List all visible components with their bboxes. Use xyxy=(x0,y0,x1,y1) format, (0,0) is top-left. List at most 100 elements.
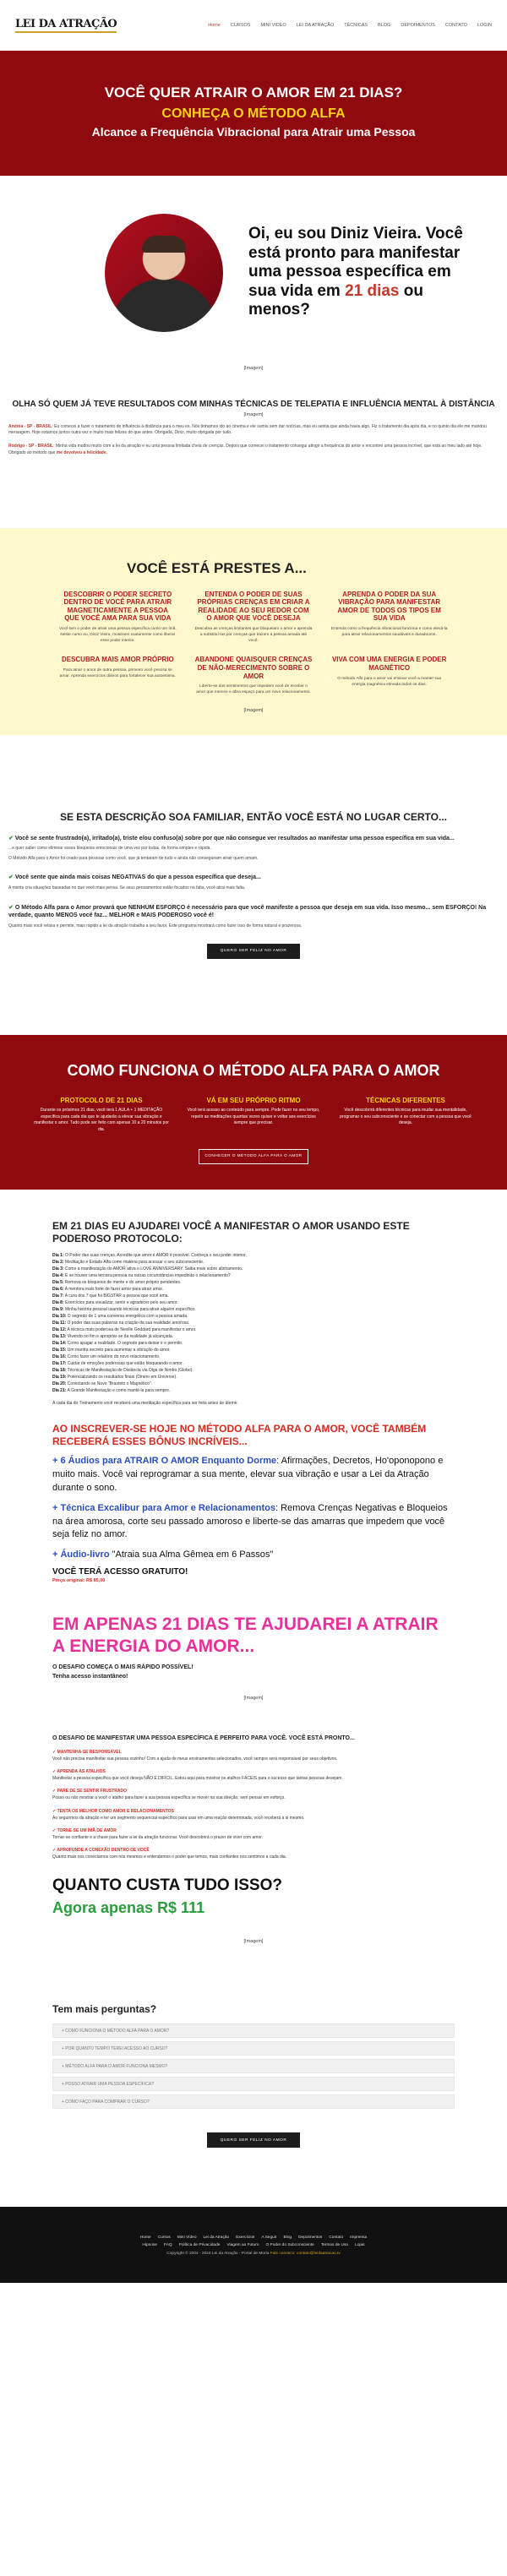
bonus-item: + Áudio-livro "Atraia sua Alma Gêmea em … xyxy=(52,1549,455,1562)
protocol-day: Dia 11: O poder das suas palavras na cri… xyxy=(52,1320,455,1326)
faq-question[interactable]: + POSSO ATRAIR UMA PESSOA ESPECÍFICA? xyxy=(52,2077,455,2091)
protocol-day-text: A mentora mais forte de fazer amor para … xyxy=(64,1286,164,1292)
protocol-day: Dia 15: Um mantra secreto para aumentar … xyxy=(52,1347,455,1353)
nav-mini-video[interactable]: MINI VIDEO xyxy=(260,23,286,28)
familiar-point-2-text: Você sente que ainda mais coisas NEGATIV… xyxy=(14,874,261,881)
benefit-title: DESCOBRIR O PODER SECRETO DENTRO DE VOCÊ… xyxy=(63,590,172,623)
cta-button[interactable]: QUERO SER FELIZ NO AMOR xyxy=(207,2132,300,2148)
how-columns: PROTOCOLO DE 21 DIAS Durante os próximos … xyxy=(17,1097,490,1134)
learn-method-button[interactable]: CONHECER O MÉTODO ALFA PARA O AMOR xyxy=(199,1148,308,1164)
intro-heading: Oi, eu sou Diniz Vieira. Você está pront… xyxy=(248,225,473,319)
nav-lei-da-atracao[interactable]: LEI DA ATRAÇÃO xyxy=(297,23,335,28)
bonus-link[interactable]: 6 Áudios para ATRAIR O AMOR Enquanto Dor… xyxy=(60,1456,276,1466)
protocol-day-label: Dia 8: xyxy=(52,1299,64,1305)
cta-button[interactable]: QUERO SER FELIZ NO AMOR xyxy=(207,943,300,959)
protocol-day-label: Dia 2: xyxy=(52,1259,64,1265)
protocol-day-label: Dia 9: xyxy=(52,1306,64,1312)
footer-link[interactable]: Mini Vídeo xyxy=(177,2236,197,2240)
nav-depoimentos[interactable]: DEPOIMENTOS xyxy=(401,23,435,28)
promise-heading: EM APENAS 21 DIAS TE AJUDAREI A ATRAIR A… xyxy=(52,1615,439,1656)
nav-cursos[interactable]: CURSOS xyxy=(231,23,251,28)
nav-contato[interactable]: CONTATO xyxy=(445,23,467,28)
footer-link[interactable]: Termos de Uso xyxy=(321,2243,348,2247)
hero-tagline: Alcance a Frequência Vibracional para At… xyxy=(91,125,416,139)
protocol-day-text: Como a manifestação do AMOR ativa o LOVE… xyxy=(65,1266,243,1272)
protocol-day: Dia 8: Exercícios para visualizar, senti… xyxy=(52,1299,455,1306)
nav-blog[interactable]: BLOG xyxy=(378,23,390,28)
testimonial-2-name: Rodrigo - SP - BRASIL xyxy=(8,444,54,449)
footer-link[interactable]: Lojas xyxy=(355,2243,364,2247)
faq-question[interactable]: + COMO FUNCIONA O MÉTODO ALFA PARA O AMO… xyxy=(52,2023,455,2038)
protocol-day-text: Conectando se Novo "Brasteto o Magnético… xyxy=(67,1381,153,1386)
protocol-day: Dia 3: Como a manifestação do AMOR ativa… xyxy=(52,1266,455,1272)
protocol-day: Dia 17: Cuidar de emoções poderosas que … xyxy=(52,1360,455,1367)
footer-link[interactable]: Exercícios xyxy=(236,2236,254,2240)
familiar-point-3: ✔ O Método Alfa para o Amor provará que … xyxy=(8,904,499,921)
familiar-paragraph: A mente cria situações baseadas no que v… xyxy=(8,885,246,891)
protocol-day-label: Dia 17: xyxy=(52,1360,67,1366)
bonus-link[interactable]: Áudio-livro xyxy=(60,1549,109,1560)
how-column: TÉCNICAS DIFERENTES Você descobrirá difer… xyxy=(338,1097,473,1134)
protocol-day-label: Dia 6: xyxy=(52,1286,64,1292)
challenge-item-text: Quanto mais nos conectamos com nós mesmo… xyxy=(52,1854,287,1860)
footer-link[interactable]: Contato xyxy=(329,2236,343,2240)
challenge-item-title: ✓ APRENDA ÀS ATALHOS xyxy=(52,1769,106,1774)
challenge-item-text: Manifestar a pessoa específica que você … xyxy=(52,1776,343,1781)
protocol-day-label: Dia 4: xyxy=(52,1272,64,1278)
how-column-title: VÁ EM SEU PRÓPRIO RITMO xyxy=(206,1096,301,1104)
footer-link[interactable]: Lei da Atração xyxy=(204,2236,230,2240)
familiar-paragraph: O Método Alfa para o Amor foi criado par… xyxy=(8,855,259,861)
bonus-item: + Técnica Excalibur para Amor e Relacion… xyxy=(52,1502,455,1543)
site-logo[interactable]: LEI DA ATRAÇÃO xyxy=(15,18,117,33)
nav-login[interactable]: LOGIN xyxy=(477,23,492,28)
benefit-card: VIVA COM UMA ENERGIA E PODER MAGNÉTICO O … xyxy=(330,656,448,695)
footer-link[interactable]: Política de Privacidade xyxy=(179,2243,221,2247)
footer-link[interactable]: Cursos xyxy=(158,2236,171,2240)
challenge-item-title: ✓ PARE DE SE SENTIR FRUSTRADO xyxy=(52,1789,127,1794)
how-column-text: Você terá acesso ao conteúdo para sempre… xyxy=(187,1107,320,1126)
hero-subtitle: CONHEÇA O MÉTODO ALFA xyxy=(161,106,346,121)
faq-question[interactable]: + COMO FAÇO PARA COMPRAR O CURSO? xyxy=(52,2094,455,2109)
protocol-day: Dia 19: Potencializando os resultados fi… xyxy=(52,1374,455,1381)
intro-section: Oi, eu sou Diniz Vieira. Você está pront… xyxy=(0,176,507,366)
hero-title: VOCÊ QUER ATRAIR O AMOR EM 21 DIAS? xyxy=(104,84,403,101)
protocol-day-text: Cuidar de emoções poderosas que estão bl… xyxy=(67,1360,183,1366)
familiar-section: SE ESTA DESCRIÇÃO SOA FAMILIAR, ENTÃO VO… xyxy=(0,735,507,959)
footer-link[interactable]: Blog xyxy=(283,2236,292,2240)
footer-link[interactable]: O Poder do Subconsciente xyxy=(265,2243,313,2247)
contact-link[interactable]: Fale conosco: contato@leidaatracao.tv xyxy=(270,2252,341,2256)
challenge-item-title: ✓ TORNE-SE UM ÍMÃ DE AMOR xyxy=(52,1827,117,1833)
footer-link[interactable]: Depoimentos xyxy=(298,2236,322,2240)
familiar-paragraph: ...e quer saber como eliminar esses bloq… xyxy=(8,846,211,852)
protocol-day-text: Minha história pessoal usando técnicas p… xyxy=(65,1306,196,1312)
bonus-text: "Atraia sua Alma Gêmea em 6 Passos" xyxy=(109,1549,274,1560)
nav-tecnicas[interactable]: TÉCNICAS xyxy=(344,23,368,28)
main-nav: Home CURSOS MINI VIDEO LEI DA ATRAÇÃO TÉ… xyxy=(208,23,492,28)
faq-section: Tem mais perguntas? + COMO FUNCIONA O MÉ… xyxy=(52,2003,455,2148)
benefit-text: Você tem o poder de atrair uma pessoa es… xyxy=(59,626,177,644)
image-placeholder: [Imagem] xyxy=(243,411,264,417)
protocol-day: Dia 7: A cura dos 7 que foi BIGSTAR a pe… xyxy=(52,1293,455,1299)
protocol-day-label: Dia 14: xyxy=(52,1340,67,1346)
protocol-day-text: Vivendo no fim e apropriar-se da realida… xyxy=(67,1333,174,1339)
footer-link[interactable]: Imprensa xyxy=(350,2236,367,2240)
original-price: Preço original: R$ 85,00 xyxy=(52,1578,106,1584)
protocol-day-label: Dia 16: xyxy=(52,1353,67,1359)
protocol-day-label: Dia 13: xyxy=(52,1333,67,1339)
protocol-day-text: A Grande Manifestação e como mantê-la pa… xyxy=(67,1387,171,1393)
footer-links: Home Cursos Mini Vídeo Lei da Atração Exercí… xyxy=(0,2236,507,2247)
protocol-day: Dia 21: A Grande Manifestação e como man… xyxy=(52,1387,455,1394)
faq-question[interactable]: + POR QUANTO TEMPO TEREI ACESSO AO CURSO… xyxy=(52,2041,455,2056)
footer-link[interactable]: FAQ xyxy=(164,2243,172,2247)
benefit-card: DESCUBRA MAIS AMOR PRÓPRIO Para atrair o … xyxy=(59,656,177,695)
footer-link[interactable]: Viagem ao Futuro xyxy=(226,2243,259,2247)
footer-link[interactable]: A Seguir xyxy=(261,2236,276,2240)
protocol-day-text: Meditação e Estado Alfa como matéria par… xyxy=(65,1259,204,1265)
faq-question[interactable]: + MÉTODO ALFA PARA O AMOR FUNCIONA MESMO… xyxy=(52,2059,455,2073)
protocol-day-text: A cura dos 7 que foi BIGSTAR a pessoa qu… xyxy=(64,1293,169,1299)
bonus-link[interactable]: Técnica Excalibur para Amor e Relacionam… xyxy=(60,1503,275,1513)
footer-link[interactable]: Home xyxy=(140,2236,151,2240)
footer-link[interactable]: Hipnose xyxy=(142,2243,157,2247)
testimonial-1-name: Andréa - SP - BRASIL xyxy=(8,423,52,429)
nav-home[interactable]: Home xyxy=(208,23,221,28)
